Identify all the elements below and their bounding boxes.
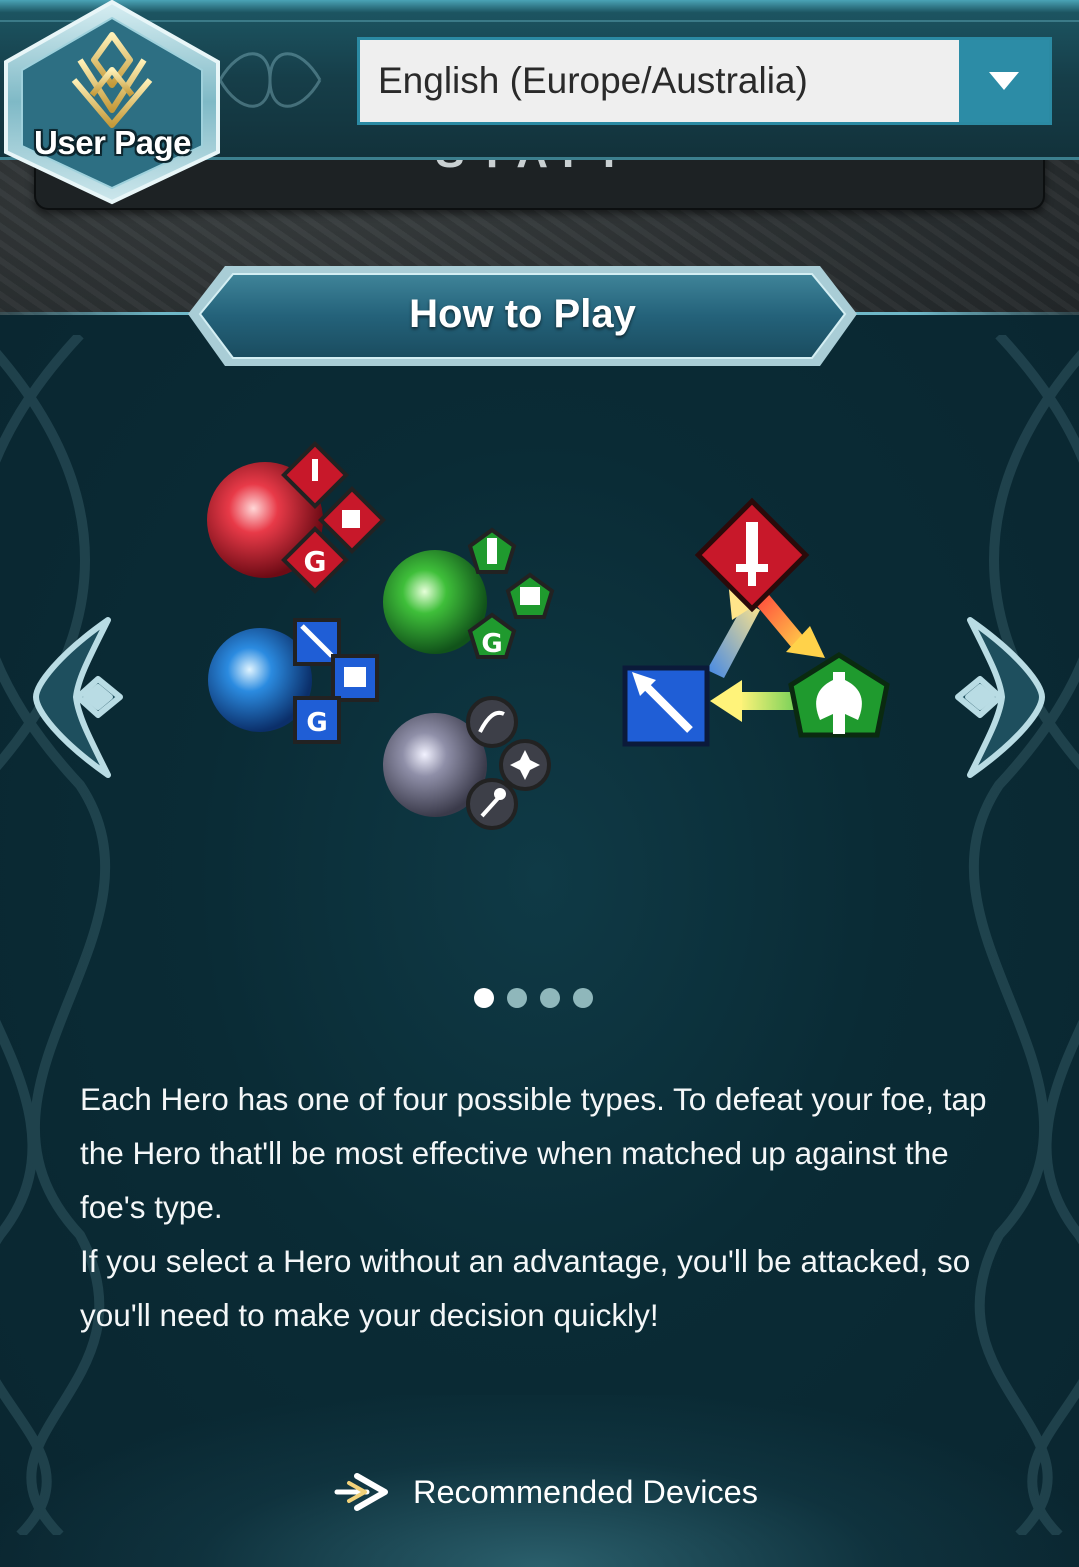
red-orb-group: G <box>207 441 386 594</box>
how-to-play-carousel: G G G <box>0 430 1079 850</box>
carousel-dot-3[interactable] <box>540 988 560 1008</box>
language-select[interactable]: English (Europe/Australia) <box>357 37 1052 125</box>
svg-text:G: G <box>481 629 502 659</box>
double-arrow-icon <box>334 1473 388 1511</box>
crest-icon <box>4 0 220 205</box>
header-ornament <box>218 52 322 108</box>
chevron-down-icon <box>989 72 1019 90</box>
carousel-dot-4[interactable] <box>573 988 593 1008</box>
carousel-dot-2[interactable] <box>507 988 527 1008</box>
carousel-pagination <box>474 988 593 1008</box>
language-dropdown-button[interactable] <box>959 40 1049 122</box>
user-page-badge[interactable]: User Page <box>0 0 225 205</box>
carousel-prev-button[interactable] <box>28 615 128 780</box>
green-orb-group: G <box>383 527 555 659</box>
description-paragraph-1: Each Hero has one of four possible types… <box>80 1081 987 1225</box>
arrow-right-icon <box>955 617 1045 778</box>
type-triangle-illustration: G G G <box>207 441 890 830</box>
page-title: How to Play <box>409 292 636 336</box>
description-paragraph-2: If you select a Hero without an advantag… <box>80 1243 971 1333</box>
language-select-value[interactable]: English (Europe/Australia) <box>360 40 959 122</box>
carousel-dot-1[interactable] <box>474 988 494 1008</box>
recommended-devices-label[interactable]: Recommended Devices <box>413 1474 758 1511</box>
section-title-banner: How to Play <box>185 262 860 370</box>
svg-text:G: G <box>306 708 327 738</box>
svg-text:G: G <box>304 545 327 578</box>
colorless-orb-group <box>383 696 551 830</box>
recommended-devices-link[interactable]: Recommended Devices <box>333 1464 758 1520</box>
arrow-left-icon <box>33 617 123 778</box>
blue-orb-group: G <box>208 618 379 744</box>
user-page-label: User Page <box>34 124 191 161</box>
carousel-next-button[interactable] <box>950 615 1050 780</box>
how-to-play-description: Each Hero has one of four possible types… <box>80 1072 1020 1342</box>
weapon-triangle <box>622 497 890 747</box>
